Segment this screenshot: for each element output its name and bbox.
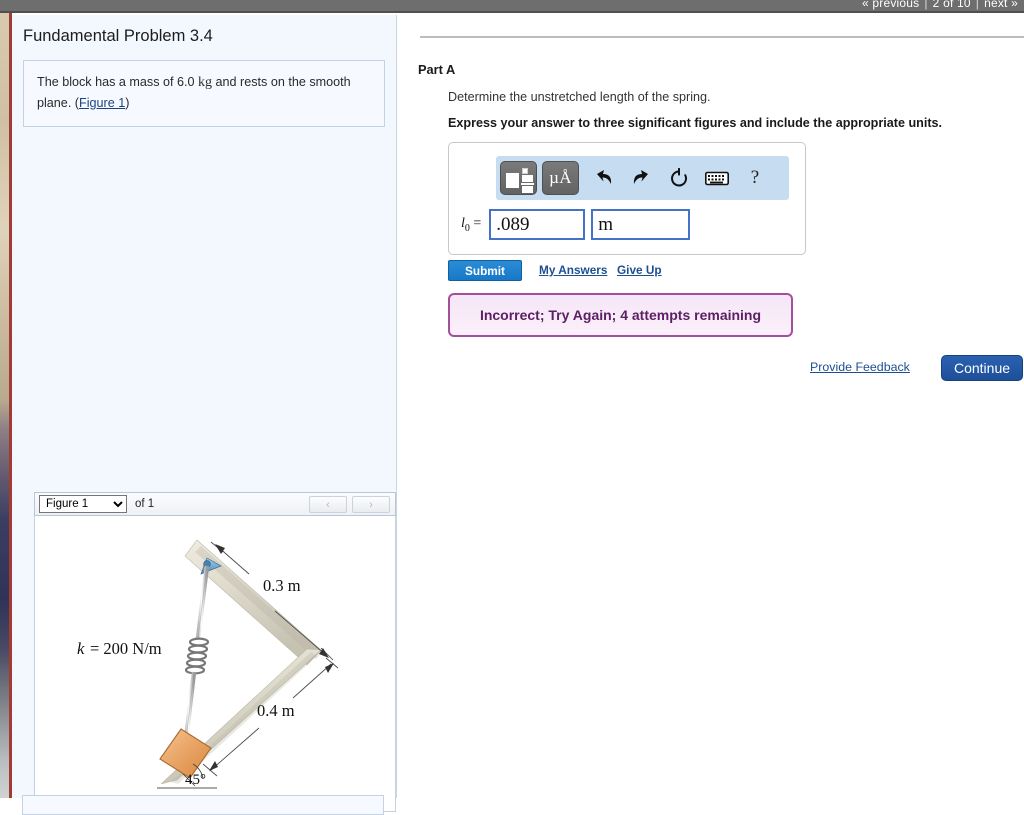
answer-entry-widget: µÅ ? l0 = .089 m [448, 142, 806, 255]
template-small-square [522, 168, 528, 174]
next-panel-stub [22, 795, 384, 815]
figure-prev-button[interactable]: ‹ [309, 496, 347, 513]
answer-variable-label: l0 = [461, 216, 481, 234]
part-a-heading: Part A [418, 62, 456, 77]
dimension-label-0-4m: 0.4 m [257, 701, 295, 720]
nav-separator-1: | [924, 0, 928, 10]
answer-unit-input[interactable] [591, 209, 691, 240]
spring-constant-value: = 200 N/m [90, 639, 162, 658]
previous-link[interactable]: « previous [862, 0, 919, 10]
statement-part-3: ) [125, 95, 130, 110]
dimension-label-0-3m: 0.3 m [263, 576, 301, 595]
redo-glyph [633, 169, 648, 184]
problem-statement-box: The block has a mass of 6.0 kg and rests… [23, 60, 385, 128]
figure-toolbar: Figure 1 of 1 ‹ › [34, 492, 396, 516]
answer-panel: Part A Determine the unstretched length … [398, 15, 1024, 798]
give-up-link[interactable]: Give Up [617, 263, 662, 277]
angle-label: 45° [185, 772, 206, 788]
figure-1-link[interactable]: Figure 1 [79, 96, 125, 110]
block [159, 728, 212, 779]
answer-equals-sign: = [473, 215, 482, 231]
help-icon[interactable]: ? [736, 161, 774, 195]
problem-statement-text: The block has a mass of 6.0 kg and rests… [37, 72, 371, 113]
instruction-text: Express your answer to three significant… [448, 116, 943, 130]
template-big-square [506, 173, 519, 188]
reset-glyph [671, 167, 687, 186]
undo-icon[interactable] [584, 161, 622, 195]
units-icon[interactable]: µÅ [542, 161, 579, 195]
help-icon-label: ? [750, 167, 760, 188]
spring-constant-label: k [77, 639, 85, 658]
units-icon-label: µÅ [549, 168, 572, 187]
submit-button[interactable]: Submit [448, 260, 522, 281]
keyboard-glyph [705, 171, 729, 185]
answer-input-row: l0 = [461, 209, 691, 240]
next-link[interactable]: next » [984, 0, 1018, 10]
figure-panel: Figure 1 of 1 ‹ › 0.3 m 0.4 m 45° k = 20… [34, 492, 396, 812]
keyboard-icon[interactable] [698, 161, 736, 195]
physics-diagram: 0.3 m 0.4 m 45° k = 200 N/m [77, 539, 339, 789]
answer-variable-sub: 0 [464, 222, 470, 234]
dimension-0-3m [210, 541, 334, 661]
page-title: Fundamental Problem 3.4 [23, 27, 213, 45]
my-answers-link[interactable]: My Answers [539, 263, 607, 277]
top-nav-group: « previous | 2 of 10 | next » [862, 0, 1018, 10]
problem-panel: Fundamental Problem 3.4 The block has a … [12, 15, 397, 812]
figure-canvas: 0.3 m 0.4 m 45° k = 200 N/m [34, 516, 396, 812]
template-fraction-top [522, 175, 533, 182]
figure-count-label: of 1 [135, 498, 155, 510]
position-indicator: 2 of 10 [932, 0, 971, 10]
statement-part-1: The block has a mass of 6.0 [37, 75, 199, 89]
continue-button[interactable]: Continue [941, 355, 1023, 381]
statement-units: kg [198, 75, 213, 90]
answer-toolbar: µÅ ? [496, 156, 789, 200]
provide-feedback-link[interactable]: Provide Feedback [810, 360, 910, 374]
reset-icon[interactable] [660, 161, 698, 195]
figure-next-button[interactable]: › [352, 496, 390, 513]
feedback-banner: Incorrect; Try Again; 4 attempts remaini… [448, 293, 793, 337]
section-divider [420, 36, 1024, 38]
template-fraction-bottom [522, 186, 533, 193]
answer-value-input[interactable] [489, 209, 586, 240]
figure-select-dropdown[interactable]: Figure 1 [39, 495, 127, 513]
template-fraction-bar [521, 183, 534, 185]
page-background-sliver [0, 0, 9, 798]
redo-icon[interactable] [622, 161, 660, 195]
top-navigation-bar: « previous | 2 of 10 | next » [0, 0, 1024, 13]
spring-coils [184, 637, 210, 675]
template-icon[interactable] [500, 161, 537, 195]
question-text: Determine the unstretched length of the … [448, 90, 711, 104]
undo-glyph [596, 169, 611, 184]
nav-separator-2: | [975, 0, 980, 10]
